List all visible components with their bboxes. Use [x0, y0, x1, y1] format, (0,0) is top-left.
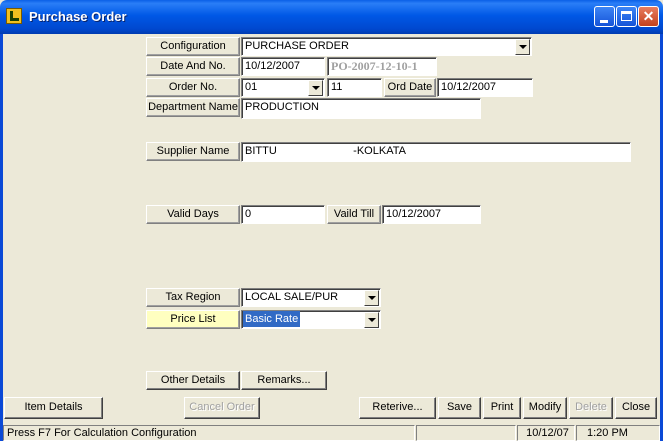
status-date: 10/12/07	[517, 425, 575, 441]
close-window-button[interactable]: ✕	[638, 6, 659, 27]
po-number-field: PO-2007-12-10-1	[327, 57, 437, 76]
tax-region-value: LOCAL SALE/PUR	[245, 291, 339, 303]
tax-region-label: Tax Region	[146, 288, 240, 307]
cancel-order-button[interactable]: Cancel Order	[184, 397, 260, 419]
valid-days-label: Valid Days	[146, 205, 240, 224]
order-no-label: Order No.	[146, 78, 240, 97]
status-time: 1:20 PM	[576, 425, 660, 441]
status-hint: Press F7 For Calculation Configuration	[3, 425, 415, 441]
order-no-select[interactable]: 01	[241, 78, 325, 97]
chevron-down-icon[interactable]	[308, 80, 323, 96]
configuration-select[interactable]: PURCHASE ORDER	[241, 37, 532, 56]
minimize-button[interactable]	[594, 6, 615, 27]
window-title: Purchase Order	[29, 9, 127, 24]
retrieve-button[interactable]: Reterive...	[359, 397, 436, 419]
price-list-value: Basic Rate	[243, 311, 301, 327]
chevron-down-icon[interactable]	[364, 290, 379, 306]
print-button[interactable]: Print	[483, 397, 521, 419]
ord-date-label: Ord Date	[384, 78, 436, 97]
order-no-value: 01	[245, 81, 258, 93]
price-list-label: Price List	[146, 310, 240, 329]
configuration-value: PURCHASE ORDER	[245, 40, 349, 52]
price-list-select[interactable]: Basic Rate	[241, 310, 381, 329]
ord-date-field[interactable]: 10/12/2007	[437, 78, 533, 97]
remarks-button[interactable]: Remarks...	[241, 371, 327, 390]
order-number-field[interactable]: 11	[327, 78, 382, 97]
configuration-label: Configuration	[146, 37, 240, 56]
chevron-down-icon[interactable]	[364, 312, 379, 328]
other-details-button[interactable]: Other Details	[146, 371, 240, 390]
item-details-button[interactable]: Item Details	[4, 397, 103, 419]
delete-button[interactable]: Delete	[569, 397, 613, 419]
date-field[interactable]: 10/12/2007	[241, 57, 325, 76]
modify-button[interactable]: Modify	[523, 397, 567, 419]
remarks-label: Remarks...	[257, 374, 311, 386]
close-icon: ✕	[642, 8, 655, 24]
close-button[interactable]: Close	[615, 397, 657, 419]
supplier-name-label: Supplier Name	[146, 142, 240, 161]
valid-till-field[interactable]: 10/12/2007	[382, 205, 481, 224]
department-name-label: Department Name	[146, 98, 240, 117]
department-name-field[interactable]: PRODUCTION	[241, 98, 481, 119]
supplier-name-field[interactable]: BITTU -KOLKATA	[241, 142, 631, 162]
valid-days-field[interactable]: 0	[241, 205, 325, 224]
save-button[interactable]: Save	[438, 397, 481, 419]
chevron-down-icon[interactable]	[515, 39, 530, 55]
tax-region-select[interactable]: LOCAL SALE/PUR	[241, 288, 381, 307]
maximize-button[interactable]	[616, 6, 637, 27]
status-empty-panel	[416, 425, 516, 441]
valid-till-label: Vaild Till	[327, 205, 381, 224]
date-and-no-label: Date And No.	[146, 57, 240, 76]
app-icon	[6, 8, 22, 24]
